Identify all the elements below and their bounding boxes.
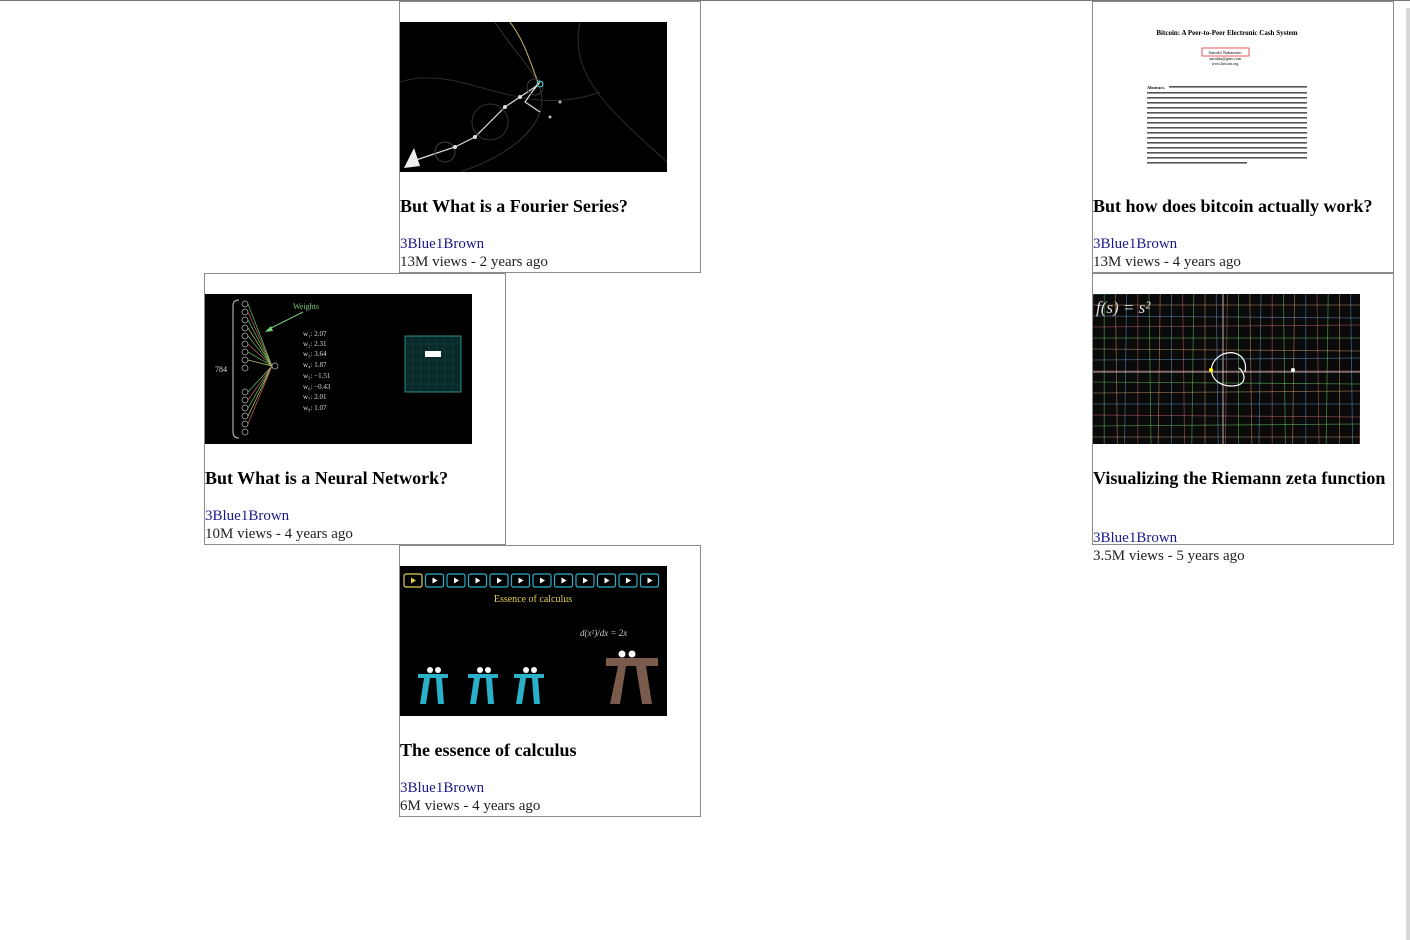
bitcoin-paper-heading: Bitcoin: A Peer-to-Peer Electronic Cash … [1156,29,1297,37]
channel-link[interactable]: 3Blue1Brown [400,779,484,797]
weight-value: w₃: 3.64 [303,350,327,358]
zeta-formula: f(s) = s² [1096,298,1151,317]
calculus-formula: d(x²)/dx = 2x [580,628,627,638]
weight-value: w₄: 1.87 [303,361,327,369]
weights-label: Weights [293,302,319,311]
video-thumbnail[interactable]: 784 Weights w₁: 2.07 w₂: 2.31 w₃: 3.64 w… [205,294,472,444]
bitcoin-paper-author: Satoshi Nakamoto [1208,50,1242,55]
channel-link[interactable]: 3Blue1Brown [1093,529,1177,547]
bitcoin-paper-site: www.bitcoin.org [1212,61,1239,66]
video-card-neural-network[interactable]: 784 Weights w₁: 2.07 w₂: 2.31 w₃: 3.64 w… [204,273,506,545]
video-card-calculus[interactable]: Essence of calculus d(x²)/dx = 2x The es… [399,545,701,817]
channel-link[interactable]: 3Blue1Brown [1093,235,1177,253]
video-thumbnail[interactable]: Bitcoin: A Peer-to-Peer Electronic Cash … [1093,22,1360,172]
video-title[interactable]: Visualizing the Riemann zeta function [1093,467,1393,489]
scrollbar[interactable] [1406,8,1410,940]
weight-value: w₆: −0.43 [303,383,331,391]
neural-network-thumbnail-art: 784 Weights w₁: 2.07 w₂: 2.31 w₃: 3.64 w… [205,294,472,444]
weight-value: w₈: 1.07 [303,404,327,412]
weight-value: w₁: 2.07 [303,330,327,338]
video-card-fourier[interactable]: But What is a Fourier Series? 3Blue1Brow… [399,1,701,273]
video-thumbnail[interactable] [400,22,667,172]
weight-value: w₅: −1.51 [303,372,331,380]
bitcoin-paper-thumbnail-art: Bitcoin: A Peer-to-Peer Electronic Cash … [1093,22,1360,172]
video-meta: 6M views - 4 years ago [400,798,541,814]
video-meta: 3.5M views - 5 years ago [1093,548,1245,564]
video-meta: 13M views - 4 years ago [1093,254,1241,270]
channel-link[interactable]: 3Blue1Brown [400,235,484,253]
video-thumbnail[interactable]: f(s) = s² [1093,294,1360,444]
video-meta: 10M views - 4 years ago [205,526,353,542]
video-thumbnail[interactable]: Essence of calculus d(x²)/dx = 2x [400,566,667,716]
bitcoin-paper-abstract-label: Abstract. [1147,85,1165,90]
weight-value: w₂: 2.31 [303,340,327,348]
fourier-thumbnail-art [400,22,667,172]
calculus-heading: Essence of calculus [494,594,572,605]
video-title[interactable]: But how does bitcoin actually work? [1093,195,1393,217]
video-title[interactable]: But What is a Neural Network? [205,467,505,489]
video-card-riemann-zeta[interactable]: f(s) = s² Visualizing the Riemann zeta f… [1092,273,1394,564]
video-title[interactable]: The essence of calculus [400,739,700,761]
video-title[interactable]: But What is a Fourier Series? [400,195,700,217]
input-count-label: 784 [215,365,227,374]
video-card-bitcoin[interactable]: Bitcoin: A Peer-to-Peer Electronic Cash … [1092,1,1394,273]
weight-value: w₇: 2.01 [303,393,327,401]
zeta-thumbnail-art: f(s) = s² [1093,294,1360,444]
channel-link[interactable]: 3Blue1Brown [205,507,289,525]
video-meta: 13M views - 2 years ago [400,254,548,270]
calculus-thumbnail-art: Essence of calculus d(x²)/dx = 2x [400,566,667,716]
